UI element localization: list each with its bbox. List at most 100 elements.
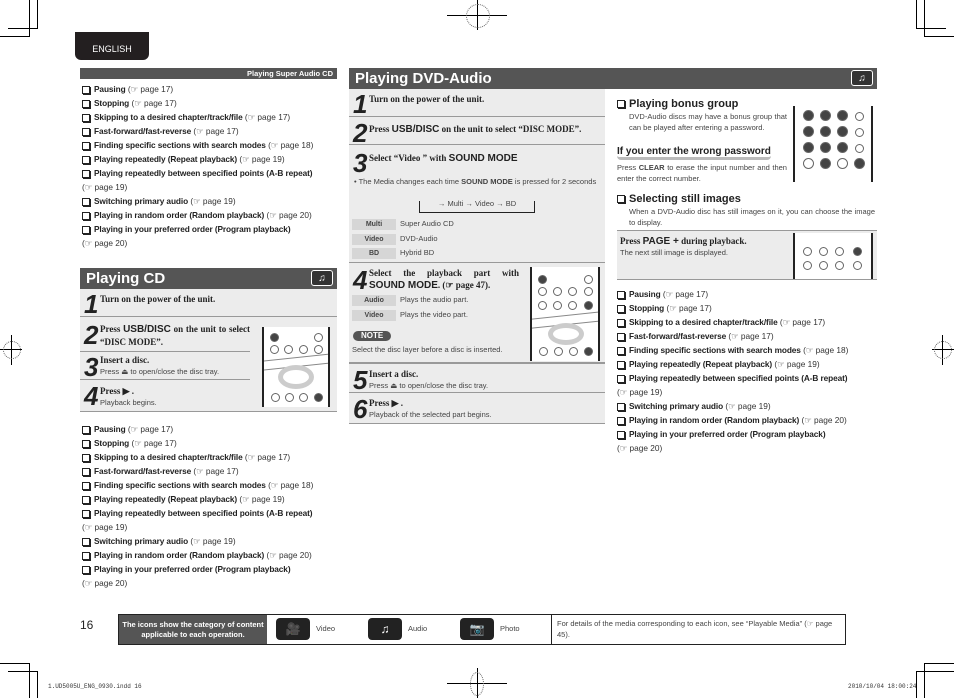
operation-list-item[interactable]: Fast-forward/fast-reverse (☞ page 17)	[82, 464, 340, 478]
checkbox-bullet-icon	[82, 141, 90, 150]
page-reference-link[interactable]: (☞ page 19)	[82, 522, 127, 532]
page-reference-link[interactable]: (☞ page 17)	[778, 317, 825, 327]
operation-list-item[interactable]: Finding specific sections with search mo…	[617, 343, 879, 357]
operation-list-item[interactable]: Playing repeatedly (Repeat playback) (☞ …	[617, 357, 879, 371]
page-reference-link[interactable]: (☞ page 17)	[664, 303, 711, 313]
operation-label: Finding specific sections with search mo…	[629, 345, 801, 355]
crop-mark	[37, 671, 38, 698]
page-reference-link[interactable]: (☞ page 19)	[617, 387, 662, 397]
operation-list-item[interactable]: Stopping (☞ page 17)	[82, 436, 340, 450]
icon-label-photo: Photo	[500, 624, 520, 633]
step-text: Press PAGE + during playback.	[620, 236, 747, 247]
page-reference-link[interactable]: (☞ page 20)	[617, 443, 662, 453]
operation-list-item[interactable]: Skipping to a desired chapter/track/file…	[82, 110, 340, 124]
remote-button	[803, 261, 812, 270]
remote-button	[285, 393, 294, 402]
operation-list-item[interactable]: Playing repeatedly (Repeat playback) (☞ …	[82, 492, 340, 506]
step-text-post: on the unit to select “DISC MODE”.	[439, 124, 582, 134]
page-reference-link[interactable]: (☞ page 20)	[264, 210, 311, 220]
step-text: Select “Video ” with SOUND MODE	[369, 153, 518, 164]
page-reference-link[interactable]: (☞ page 17)	[726, 331, 773, 341]
checkbox-bullet-icon	[82, 85, 90, 94]
audio-icon: ♫	[851, 70, 873, 86]
operation-list-item[interactable]: Playing in random order (Random playback…	[617, 413, 879, 427]
operation-list-item[interactable]: Playing in your preferred order (Program…	[82, 222, 340, 250]
page-reference-link[interactable]: (☞ page 17)	[126, 84, 173, 94]
page-reference-link[interactable]: (☞ page 17)	[129, 438, 176, 448]
checkbox-bullet-icon	[617, 346, 625, 355]
remote-button	[835, 261, 844, 270]
bullet-pre: • The Media changes each time	[354, 177, 462, 186]
operation-list-item[interactable]: Playing repeatedly between specified poi…	[82, 166, 340, 194]
operation-label: Switching primary audio	[629, 401, 724, 411]
page-reference-link[interactable]: (☞ page 17)	[126, 424, 173, 434]
page-reference-link[interactable]: (☞ page 18)	[266, 140, 313, 150]
playable-media-note: For details of the media corresponding t…	[551, 615, 845, 644]
cycle-arrow: →	[494, 199, 506, 208]
cd-step-1: 1 Turn on the power of the unit.	[80, 289, 337, 317]
checkbox-bullet-icon	[82, 453, 90, 462]
operation-list-item[interactable]: Playing in random order (Random playback…	[82, 208, 340, 222]
operation-list-item[interactable]: Skipping to a desired chapter/track/file…	[82, 450, 340, 464]
page-reference-link[interactable]: (☞ page 20)	[799, 415, 846, 425]
page-reference-link[interactable]: (☞ page 19)	[188, 536, 235, 546]
page-reference-link[interactable]: (☞ page 17)	[129, 98, 176, 108]
operation-list-item[interactable]: Playing repeatedly (Repeat playback) (☞ …	[82, 152, 340, 166]
page-reference-link[interactable]: (☞ page 19)	[237, 154, 284, 164]
section-title-playing-dvd-audio: Playing DVD-Audio ♫	[349, 68, 877, 89]
remote-button	[835, 247, 844, 256]
step-text: Press ▶ .	[100, 386, 135, 396]
page-reference-link[interactable]: (☞ page 18)	[801, 345, 848, 355]
operation-list-item[interactable]: Playing repeatedly between specified poi…	[82, 506, 340, 534]
remote-button	[553, 287, 562, 296]
page-reference-link[interactable]: (☞ page 19)	[188, 196, 235, 206]
operation-list-item[interactable]: Playing repeatedly between specified poi…	[617, 371, 879, 399]
key-sound-mode: SOUND MODE	[448, 153, 518, 164]
page-reference-link[interactable]: (☞ page 19)	[723, 401, 770, 411]
eject-button-illustration	[270, 333, 279, 342]
operation-list-item[interactable]: Stopping (☞ page 17)	[82, 96, 340, 110]
operation-label: Playing repeatedly between specified poi…	[94, 508, 313, 518]
checkbox-bullet-icon	[617, 374, 625, 383]
page-reference-link[interactable]: (☞ page 17)	[243, 112, 290, 122]
page-reference-link[interactable]: (☞ page 17)	[191, 466, 238, 476]
operation-label: Skipping to a desired chapter/track/file	[94, 112, 243, 122]
operation-list-item[interactable]: Pausing (☞ page 17)	[617, 287, 879, 301]
part-tag: Video	[352, 310, 396, 321]
mode-tag: Multi	[352, 219, 396, 230]
page-reference-link[interactable]: (☞ page 18)	[266, 480, 313, 490]
page-plus-button-illustration	[853, 247, 862, 256]
page-reference-link[interactable]: (☞ page 20)	[264, 550, 311, 560]
page-reference-link[interactable]: (☞ page 19)	[237, 494, 284, 504]
operation-list-item[interactable]: Fast-forward/fast-reverse (☞ page 17)	[617, 329, 879, 343]
page-reference-link[interactable]: (☞ page 17)	[661, 289, 708, 299]
operation-list-item[interactable]: Skipping to a desired chapter/track/file…	[617, 315, 879, 329]
step-sub: Playback begins.	[100, 398, 157, 407]
page-reference-link[interactable]: (☞ page 19)	[82, 182, 127, 192]
operation-list-item[interactable]: Fast-forward/fast-reverse (☞ page 17)	[82, 124, 340, 138]
remote-button	[553, 301, 562, 310]
section-header-sacd: Playing Super Audio CD	[80, 68, 337, 79]
icon-label-audio: Audio	[408, 624, 428, 633]
operation-list-item[interactable]: Pausing (☞ page 17)	[82, 82, 340, 96]
operation-list-item[interactable]: Finding specific sections with search mo…	[82, 138, 340, 152]
operation-list-item[interactable]: Switching primary audio (☞ page 19)	[617, 399, 879, 413]
page-reference-link[interactable]: (☞ page 17)	[243, 452, 290, 462]
file-slug: 1.UD5005U_ENG_0930.indd 16	[48, 683, 142, 690]
page-reference-link[interactable]: (☞ page 20)	[82, 238, 127, 248]
operation-list-item[interactable]: Playing in your preferred order (Program…	[617, 427, 879, 455]
operation-list-item[interactable]: Playing in random order (Random playback…	[82, 548, 340, 562]
operation-list-item[interactable]: Finding specific sections with search mo…	[82, 478, 340, 492]
operation-list-item[interactable]: Stopping (☞ page 17)	[617, 301, 879, 315]
page-reference-link[interactable]: (☞ page 19)	[772, 359, 819, 369]
checkbox-bullet-icon	[82, 537, 90, 546]
operation-list-item[interactable]: Playing in your preferred order (Program…	[82, 562, 340, 590]
remote-button	[538, 301, 547, 310]
page-reference-link[interactable]: (☞ page 20)	[82, 578, 127, 588]
page-reference-link[interactable]: (☞ page 17)	[191, 126, 238, 136]
operation-list-item[interactable]: Switching primary audio (☞ page 19)	[82, 534, 340, 548]
num-button	[820, 142, 831, 153]
dvda-step-3: 3 Select “Video ” with SOUND MODE • The …	[349, 145, 605, 263]
operation-list-item[interactable]: Pausing (☞ page 17)	[82, 422, 340, 436]
operation-list-item[interactable]: Switching primary audio (☞ page 19)	[82, 194, 340, 208]
